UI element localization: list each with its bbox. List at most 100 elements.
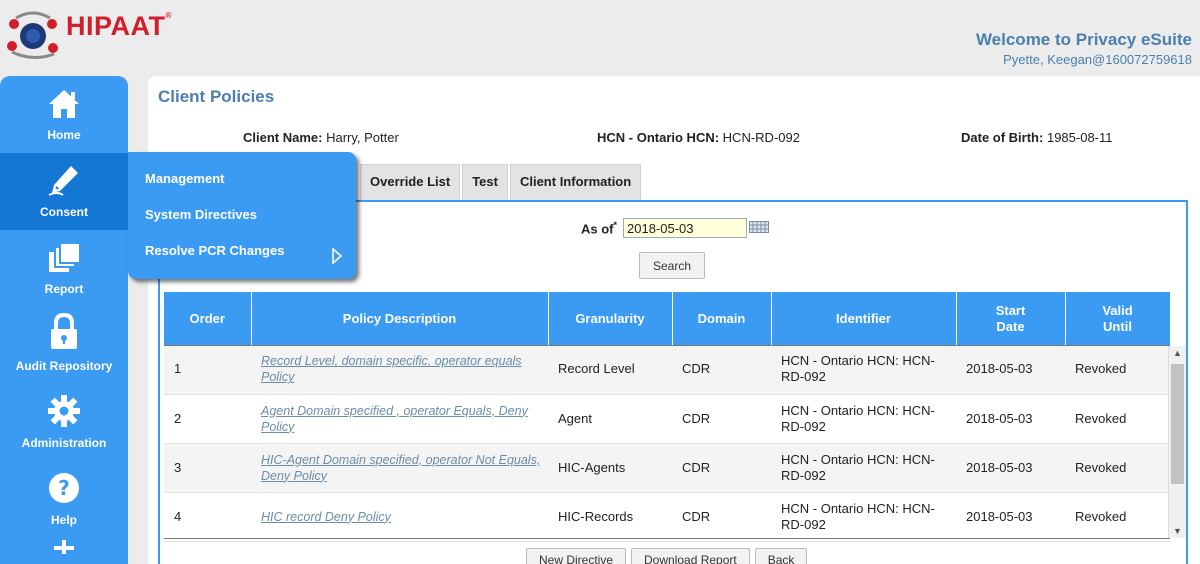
- start-date-cell: 2018-05-03: [956, 345, 1065, 395]
- tab-client-information[interactable]: Client Information: [509, 164, 642, 200]
- policies-table: Order Policy Description Granularity Dom…: [164, 292, 1171, 542]
- order-cell: 3: [164, 443, 251, 493]
- scroll-down-icon[interactable]: ▼: [1173, 526, 1182, 536]
- menu-item-resolve-pcr-changes[interactable]: Resolve PCR Changes: [128, 234, 356, 270]
- sidebar-item-label: Report: [44, 282, 84, 296]
- new-directive-button[interactable]: New Directive: [526, 548, 627, 564]
- tab-test[interactable]: Test: [462, 164, 508, 200]
- order-cell: 4: [164, 492, 251, 542]
- start-date-cell: 2018-05-03: [956, 492, 1065, 542]
- identifier-cell: HCN - Ontario HCN: HCN-RD-092: [771, 394, 956, 444]
- logo-mark-icon: [4, 6, 62, 60]
- sidebar-item-help[interactable]: ? Help: [0, 461, 128, 538]
- table-scrollbar[interactable]: ▲ ▼: [1168, 346, 1186, 538]
- domain-cell: CDR: [672, 492, 771, 542]
- domain-cell: CDR: [672, 345, 771, 395]
- order-cell: 1: [164, 345, 251, 395]
- hcn-value: HCN-RD-092: [722, 130, 800, 145]
- dob-label: Date of Birth:: [961, 130, 1044, 145]
- identifier-cell: HCN - Ontario HCN: HCN-RD-092: [771, 443, 956, 493]
- chevron-right-icon: [332, 243, 343, 277]
- action-buttons: New Directive Download Report Back: [526, 548, 812, 564]
- valid-until-cell: Revoked: [1065, 443, 1170, 493]
- description-cell: Record Level, domain specific, operator …: [251, 345, 548, 395]
- welcome-title: Welcome to Privacy eSuite: [975, 30, 1192, 49]
- sidebar-nav: Home Consent Report Audit Repository Adm…: [0, 76, 128, 564]
- start-date-cell: 2018-05-03: [956, 443, 1065, 493]
- client-name-label: Client Name:: [243, 130, 323, 145]
- as-of-label: As of*: [580, 219, 617, 237]
- start-date-cell: 2018-05-03: [956, 394, 1065, 444]
- column-header-domain[interactable]: Domain: [672, 292, 772, 345]
- column-header-identifier[interactable]: Identifier: [771, 292, 957, 345]
- description-cell: HIC record Deny Policy: [251, 492, 548, 542]
- report-icon: [49, 242, 81, 272]
- column-header-granularity[interactable]: Granularity: [548, 292, 673, 345]
- lock-icon: [51, 313, 77, 349]
- welcome-block: Welcome to Privacy eSuite Pyette, Keegan…: [976, 30, 1192, 67]
- menu-item-management[interactable]: Management: [128, 162, 356, 198]
- granularity-cell: HIC-Agents: [548, 443, 672, 493]
- header-divider: [164, 345, 1170, 346]
- sidebar-item-label: Administration: [21, 436, 107, 450]
- download-report-button[interactable]: Download Report: [631, 548, 750, 564]
- table-row[interactable]: 2 Agent Domain specified , operator Equa…: [164, 394, 1170, 444]
- policy-link[interactable]: Record Level, domain specific, operator …: [261, 354, 522, 384]
- description-cell: HIC-Agent Domain specified, operator Not…: [251, 443, 548, 493]
- menu-item-system-directives[interactable]: System Directives: [128, 198, 356, 234]
- granularity-cell: HIC-Records: [548, 492, 672, 542]
- identifier-cell: HCN - Ontario HCN: HCN-RD-092: [771, 345, 956, 395]
- svg-text:?: ?: [58, 476, 70, 500]
- sidebar-item-label: Home: [47, 128, 81, 142]
- scroll-thumb[interactable]: [1171, 364, 1184, 484]
- hcn-label: HCN - Ontario HCN:: [597, 130, 720, 145]
- valid-until-cell: Revoked: [1065, 492, 1170, 542]
- sidebar-item-consent[interactable]: Consent: [0, 153, 128, 230]
- sidebar-item-audit-repository[interactable]: Audit Repository: [0, 307, 128, 384]
- column-header-valid-until[interactable]: Valid Until: [1065, 292, 1171, 345]
- tab-override-list[interactable]: Override List: [360, 164, 461, 200]
- column-header-policy-description[interactable]: Policy Description: [251, 292, 549, 345]
- sidebar-item-label: Consent: [40, 205, 88, 219]
- valid-until-cell: Revoked: [1065, 345, 1170, 395]
- hcn-field: HCN - Ontario HCN: HCN-RD-092: [597, 130, 800, 145]
- user-account[interactable]: Pyette, Keegan@160072759618: [976, 52, 1192, 67]
- policy-link[interactable]: Agent Domain specified , operator Equals…: [261, 404, 528, 434]
- logo-text: HIPAAT®: [66, 10, 172, 41]
- sidebar-item-more[interactable]: [0, 538, 128, 564]
- order-cell: 2: [164, 394, 251, 444]
- table-bottom-border: [164, 538, 1170, 539]
- page-title: Client Policies: [158, 87, 275, 106]
- back-button[interactable]: Back: [754, 548, 808, 564]
- sidebar-item-label: Help: [50, 513, 77, 527]
- column-header-order[interactable]: Order: [164, 292, 252, 345]
- consent-flyout-menu: Management System Directives Resolve PCR…: [128, 152, 356, 279]
- sidebar-item-administration[interactable]: Administration: [0, 384, 128, 461]
- tab-bar: Override List Test Client Information: [360, 164, 643, 200]
- domain-cell: CDR: [672, 394, 771, 444]
- sidebar-item-label: Audit Repository: [15, 359, 113, 373]
- calendar-icon[interactable]: [749, 220, 769, 236]
- table-row[interactable]: 3 HIC-Agent Domain specified, operator N…: [164, 443, 1170, 493]
- sidebar-item-home[interactable]: Home: [0, 76, 128, 153]
- policy-link[interactable]: HIC record Deny Policy: [261, 510, 391, 524]
- dob-field: Date of Birth: 1985-08-11: [961, 130, 1113, 145]
- dob-value: 1985-08-11: [1046, 130, 1113, 145]
- domain-cell: CDR: [672, 443, 771, 493]
- plus-icon: [54, 540, 74, 554]
- search-button[interactable]: Search: [639, 252, 705, 279]
- client-name-value: Harry, Potter: [326, 130, 399, 145]
- scroll-up-icon[interactable]: ▲: [1173, 348, 1182, 358]
- granularity-cell: Agent: [548, 394, 672, 444]
- pen-icon: [48, 166, 78, 196]
- table-row[interactable]: 1 Record Level, domain specific, operato…: [164, 345, 1170, 395]
- as-of-date-input[interactable]: [623, 218, 747, 238]
- home-icon: [49, 90, 79, 118]
- granularity-cell: Record Level: [548, 345, 672, 395]
- main-panel: Client Policies Client Name: Harry, Pott…: [148, 76, 1200, 564]
- gear-icon: [48, 395, 80, 427]
- sidebar-item-report[interactable]: Report: [0, 230, 128, 307]
- policy-link[interactable]: HIC-Agent Domain specified, operator Not…: [261, 453, 540, 483]
- table-row[interactable]: 4 HIC record Deny Policy HIC-Records CDR…: [164, 492, 1170, 542]
- column-header-start-date[interactable]: Start Date: [956, 292, 1066, 345]
